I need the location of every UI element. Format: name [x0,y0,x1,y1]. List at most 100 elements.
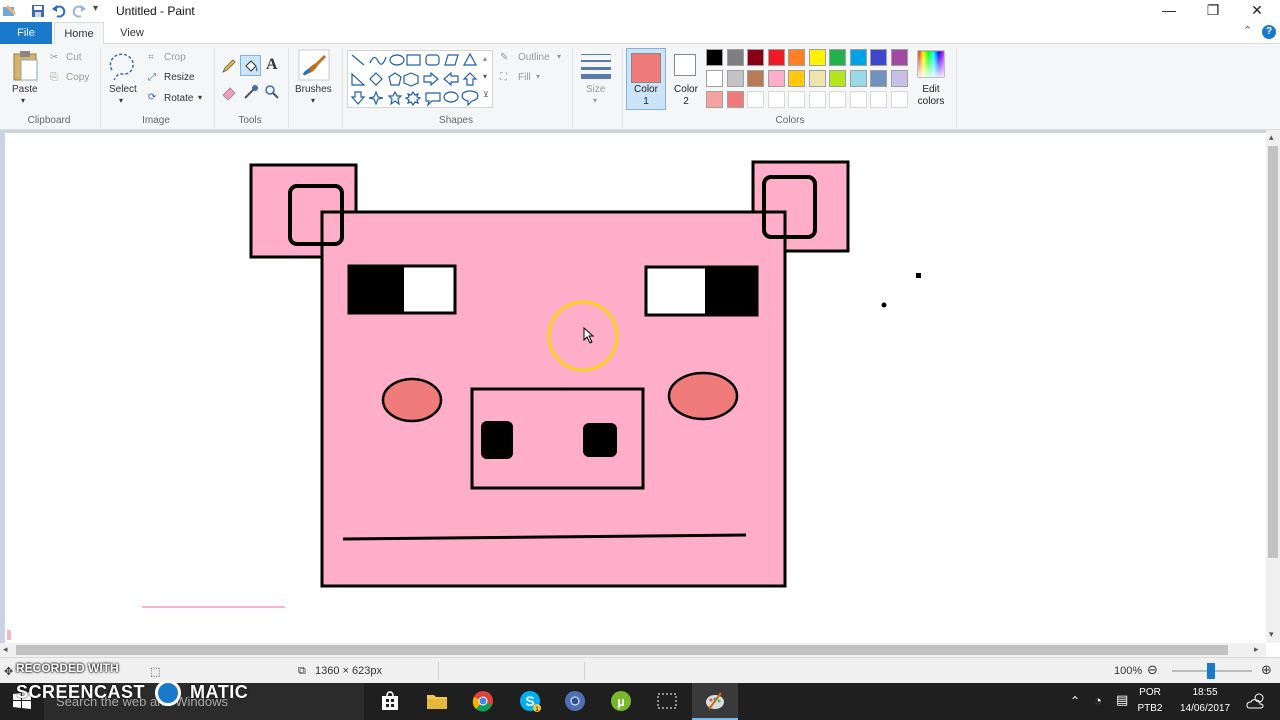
palette-swatch[interactable] [808,70,826,87]
palette-swatch-empty[interactable] [808,91,826,108]
undo-icon[interactable] [51,3,67,19]
palette-swatch[interactable] [747,70,764,87]
palette-swatch-empty[interactable] [849,91,867,108]
color2-swatch[interactable] [674,54,696,76]
redo-icon[interactable] [71,3,87,19]
brushes-icon[interactable] [298,49,330,81]
restore-button[interactable]: ❐ [1190,0,1236,22]
color1-button[interactable]: Color 1 [626,48,666,110]
minimize-button[interactable]: — [1146,0,1192,22]
text-tool-icon[interactable]: A [266,56,278,74]
zoom-in-icon[interactable]: ⊕ [1261,662,1272,678]
palette-swatch-empty[interactable] [788,91,805,108]
zoom-slider-thumb[interactable] [1207,663,1215,679]
drawing-canvas[interactable] [5,133,1266,643]
rotate-dropdown-icon[interactable]: ▾ [198,93,202,102]
palette-swatch[interactable] [890,49,908,66]
palette-swatch[interactable] [767,49,785,66]
save-icon[interactable] [30,3,46,19]
palette-swatch[interactable] [849,49,867,66]
color-picker-icon[interactable] [243,84,259,100]
crop-button[interactable]: Crop [164,52,186,63]
utorrent-icon[interactable]: µ [609,689,633,713]
edit-colors-icon[interactable] [917,50,945,78]
outline-dropdown-icon[interactable]: ▾ [557,52,561,61]
color2-label[interactable]: Color 2 [671,84,701,108]
shapes-more-icon[interactable]: ⊻ [483,90,489,99]
palette-swatch[interactable] [767,70,785,87]
palette-swatch[interactable] [726,49,744,66]
palette-swatch[interactable] [726,91,744,108]
select-dropdown-icon[interactable]: ▾ [119,96,123,105]
horizontal-scrollbar[interactable]: ◂ ▸ [0,643,1266,657]
palette-swatch[interactable] [706,70,723,87]
resize-button[interactable]: Resize [164,72,195,83]
chrome-canary-icon[interactable] [563,689,587,713]
brushes-dropdown-icon[interactable]: ▾ [311,96,315,105]
magnifier-icon[interactable] [264,84,280,100]
palette-swatch-empty[interactable] [767,91,785,108]
palette-swatch[interactable] [706,49,723,66]
shapes-gallery[interactable] [347,50,493,108]
size-button[interactable]: Size [586,84,605,95]
palette-swatch[interactable] [890,70,908,87]
scroll-up-arrow-icon[interactable]: ▴ [1269,132,1274,143]
palette-swatch[interactable] [808,49,826,66]
tab-home[interactable]: Home [54,22,104,45]
outline-button[interactable]: Outline [518,52,550,63]
clock-date[interactable]: 14/06/2017 [1174,703,1236,714]
clock-time[interactable]: 18:55 [1180,687,1230,698]
fill-style-button[interactable]: Fill [518,72,531,83]
palette-swatch-empty[interactable] [747,91,764,108]
language-indicator[interactable]: POR [1138,687,1162,698]
palette-swatch[interactable] [706,91,723,108]
vertical-scroll-thumb[interactable] [1268,146,1278,558]
canvas-resize-handle[interactable] [7,630,11,640]
eraser-icon[interactable] [221,84,237,100]
store-icon[interactable] [378,689,402,713]
pencil-icon[interactable] [221,58,237,74]
select-icon[interactable] [106,50,140,82]
palette-swatch-empty[interactable] [890,91,908,108]
notifications-icon[interactable]: ▤ [1116,692,1128,708]
palette-swatch[interactable] [849,70,867,87]
taskbar-paint-active[interactable] [692,683,738,720]
paste-dropdown-icon[interactable]: ▾ [21,96,25,105]
palette-swatch[interactable] [747,49,764,66]
select-button[interactable]: Select [109,84,137,95]
scroll-right-arrow-icon[interactable]: ▸ [1254,644,1259,655]
keyboard-layout[interactable]: PTB2 [1136,703,1164,714]
shapes-scroll-down-icon[interactable]: ▾ [483,72,487,81]
tab-file[interactable]: File [0,22,52,44]
tray-expand-icon[interactable]: ⌃ [1070,694,1080,708]
shapes-scroll-up-icon[interactable]: ▴ [483,54,487,63]
customize-quick-access-icon[interactable]: ▾ [93,3,98,14]
palette-swatch[interactable] [788,49,805,66]
weather-icon[interactable] [1244,689,1268,713]
paste-icon[interactable] [12,50,40,82]
palette-swatch-empty[interactable] [870,91,887,108]
paste-button[interactable]: Paste [12,84,38,95]
fill-tool-selected[interactable] [240,55,261,76]
scroll-left-arrow-icon[interactable]: ◂ [3,644,8,655]
palette-swatch[interactable] [870,70,887,87]
copy-button[interactable]: Copy [66,72,89,83]
vertical-scrollbar[interactable]: ▴ ▾ [1266,130,1280,643]
edit-colors-button[interactable]: Edit colors [914,84,948,108]
size-icon[interactable] [580,52,612,80]
shapes-gallery-icons[interactable] [348,51,494,109]
help-icon[interactable]: ? [1262,25,1276,39]
skype-icon[interactable]: S1 [518,689,542,713]
palette-swatch-empty[interactable] [829,91,846,108]
rotate-button[interactable]: Rotate [164,93,193,104]
palette-swatch[interactable] [726,70,744,87]
palette-swatch[interactable] [788,70,805,87]
horizontal-scroll-thumb[interactable] [16,645,1228,655]
chrome-icon[interactable] [471,689,495,713]
close-button[interactable]: ✕ [1234,0,1280,22]
cut-button[interactable]: Cut [66,52,82,63]
fill-dropdown-icon[interactable]: ▾ [536,72,540,81]
file-explorer-icon[interactable] [425,689,449,713]
paint-app-icon[interactable] [2,3,18,19]
scroll-down-arrow-icon[interactable]: ▾ [1269,629,1274,640]
